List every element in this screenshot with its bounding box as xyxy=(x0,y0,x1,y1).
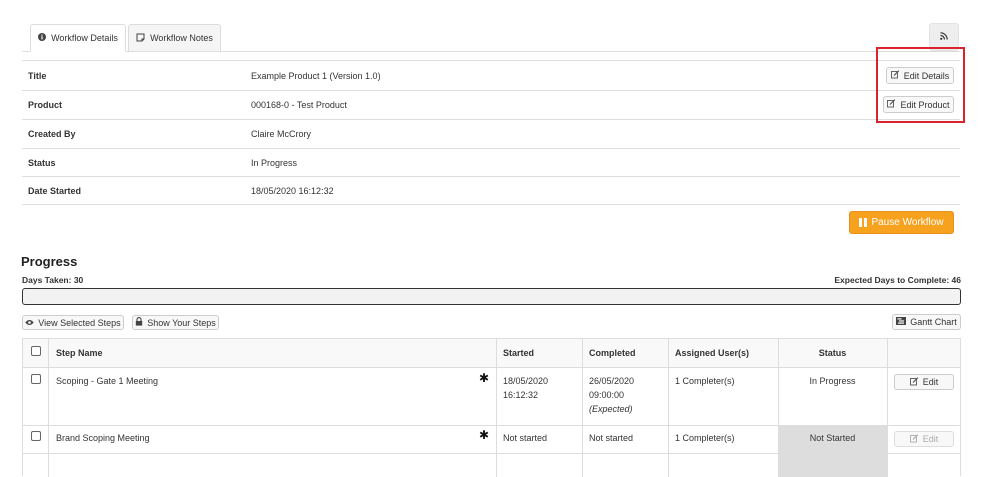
pause-icon xyxy=(859,218,868,227)
header-started: Started xyxy=(503,348,535,358)
steps-table: Step Name Started Completed Assigned Use… xyxy=(22,338,961,477)
lock-icon xyxy=(135,317,143,328)
column-divider xyxy=(48,339,49,477)
gantt-chart-button[interactable]: Gantt Chart xyxy=(892,314,961,330)
edit-step-button[interactable]: Edit xyxy=(894,374,954,390)
view-selected-steps-button[interactable]: View Selected Steps xyxy=(22,315,124,330)
detail-value: In Progress xyxy=(251,158,298,168)
detail-row-created-by: Created By Claire McCrory xyxy=(22,119,960,148)
started-cell: Not started xyxy=(503,433,548,443)
started-date: 18/05/2020 xyxy=(503,376,549,386)
column-divider xyxy=(887,339,888,477)
expected-days-label: Expected Days to Complete: xyxy=(834,275,950,285)
status-text: Not Started xyxy=(809,433,856,443)
pause-workflow-label: Pause Workflow xyxy=(871,217,944,228)
header-step-name: Step Name xyxy=(56,348,103,358)
column-divider xyxy=(496,339,497,477)
edit-label: Edit xyxy=(922,377,939,387)
rss-icon xyxy=(940,32,948,42)
header-assigned-users: Assigned User(s) xyxy=(675,348,750,358)
column-divider xyxy=(668,339,669,477)
expected-days-value: 46 xyxy=(951,275,961,285)
tab-label: Workflow Notes xyxy=(150,33,213,43)
assigned-users: 1 Completer(s) xyxy=(675,433,735,443)
days-taken-value: 30 xyxy=(73,275,84,285)
started-cell: 18/05/2020 16:12:32 xyxy=(503,374,548,402)
detail-row-title: Title Example Product 1 (Version 1.0) xyxy=(22,60,960,91)
detail-row-date-started: Date Started 18/05/2020 16:12:32 xyxy=(22,176,960,205)
detail-value: 18/05/2020 16:12:32 xyxy=(251,186,334,196)
detail-label: Title xyxy=(28,71,47,81)
completed-cell: 26/05/2020 09:00:00 (Expected) xyxy=(589,374,634,416)
row-checkbox[interactable] xyxy=(31,431,41,441)
detail-label: Product xyxy=(28,100,63,110)
row-divider xyxy=(23,453,960,454)
edit-icon xyxy=(909,433,919,445)
header-status: Status xyxy=(818,348,847,358)
sticky-note-icon xyxy=(136,33,145,44)
tab-workflow-details[interactable]: Workflow Details xyxy=(30,24,126,52)
gantt-chart-icon xyxy=(896,317,907,327)
column-divider xyxy=(778,339,779,477)
highlight-annotation xyxy=(876,47,965,123)
view-selected-steps-label: View Selected Steps xyxy=(38,317,121,328)
header-completed: Completed xyxy=(589,348,636,358)
progress-title: Progress xyxy=(21,254,78,269)
detail-row-product: Product 000168-0 - Test Product xyxy=(22,90,960,120)
edit-icon xyxy=(909,376,919,388)
detail-label: Status xyxy=(28,158,56,168)
step-name[interactable]: Brand Scoping Meeting xyxy=(56,431,150,445)
gantt-chart-label: Gantt Chart xyxy=(910,317,957,327)
detail-row-status: Status In Progress xyxy=(22,148,960,176)
detail-label: Date Started xyxy=(28,186,82,196)
days-taken-label: Days Taken: xyxy=(22,275,72,285)
show-your-steps-button[interactable]: Show Your Steps xyxy=(132,315,219,330)
row-divider xyxy=(23,367,960,368)
edit-label: Edit xyxy=(922,434,939,444)
assigned-users: 1 Completer(s) xyxy=(675,376,735,386)
tab-label: Workflow Details xyxy=(51,33,118,43)
row-checkbox[interactable] xyxy=(31,374,41,384)
detail-value: Example Product 1 (Version 1.0) xyxy=(251,71,381,81)
required-step-icon: ✱ xyxy=(479,371,490,385)
completed-time: 09:00:00 xyxy=(589,390,625,400)
row-divider xyxy=(23,425,960,426)
detail-label: Created By xyxy=(28,129,76,139)
select-all-checkbox[interactable] xyxy=(31,346,41,356)
status-text: In Progress xyxy=(809,376,856,386)
info-circle-icon xyxy=(38,33,47,43)
completed-cell: Not started xyxy=(589,433,634,443)
expected-days: Expected Days to Complete: 46 xyxy=(834,275,961,285)
completed-date: 26/05/2020 xyxy=(589,376,635,386)
progress-bar xyxy=(22,288,961,305)
pause-workflow-button[interactable]: Pause Workflow xyxy=(849,211,954,234)
edit-step-button[interactable]: Edit xyxy=(894,431,954,447)
show-your-steps-label: Show Your Steps xyxy=(147,317,216,328)
completed-note: (Expected) xyxy=(589,404,633,414)
tab-workflow-notes[interactable]: Workflow Notes xyxy=(128,24,221,52)
detail-value: 000168-0 - Test Product xyxy=(251,100,347,110)
detail-value: Claire McCrory xyxy=(251,129,312,139)
days-taken: Days Taken: 30 xyxy=(22,275,83,285)
required-step-icon: ✱ xyxy=(479,428,490,442)
started-time: 16:12:32 xyxy=(503,390,539,400)
step-name[interactable]: Scoping - Gate 1 Meeting xyxy=(56,374,158,388)
column-divider xyxy=(582,339,583,477)
eye-icon xyxy=(25,318,34,328)
